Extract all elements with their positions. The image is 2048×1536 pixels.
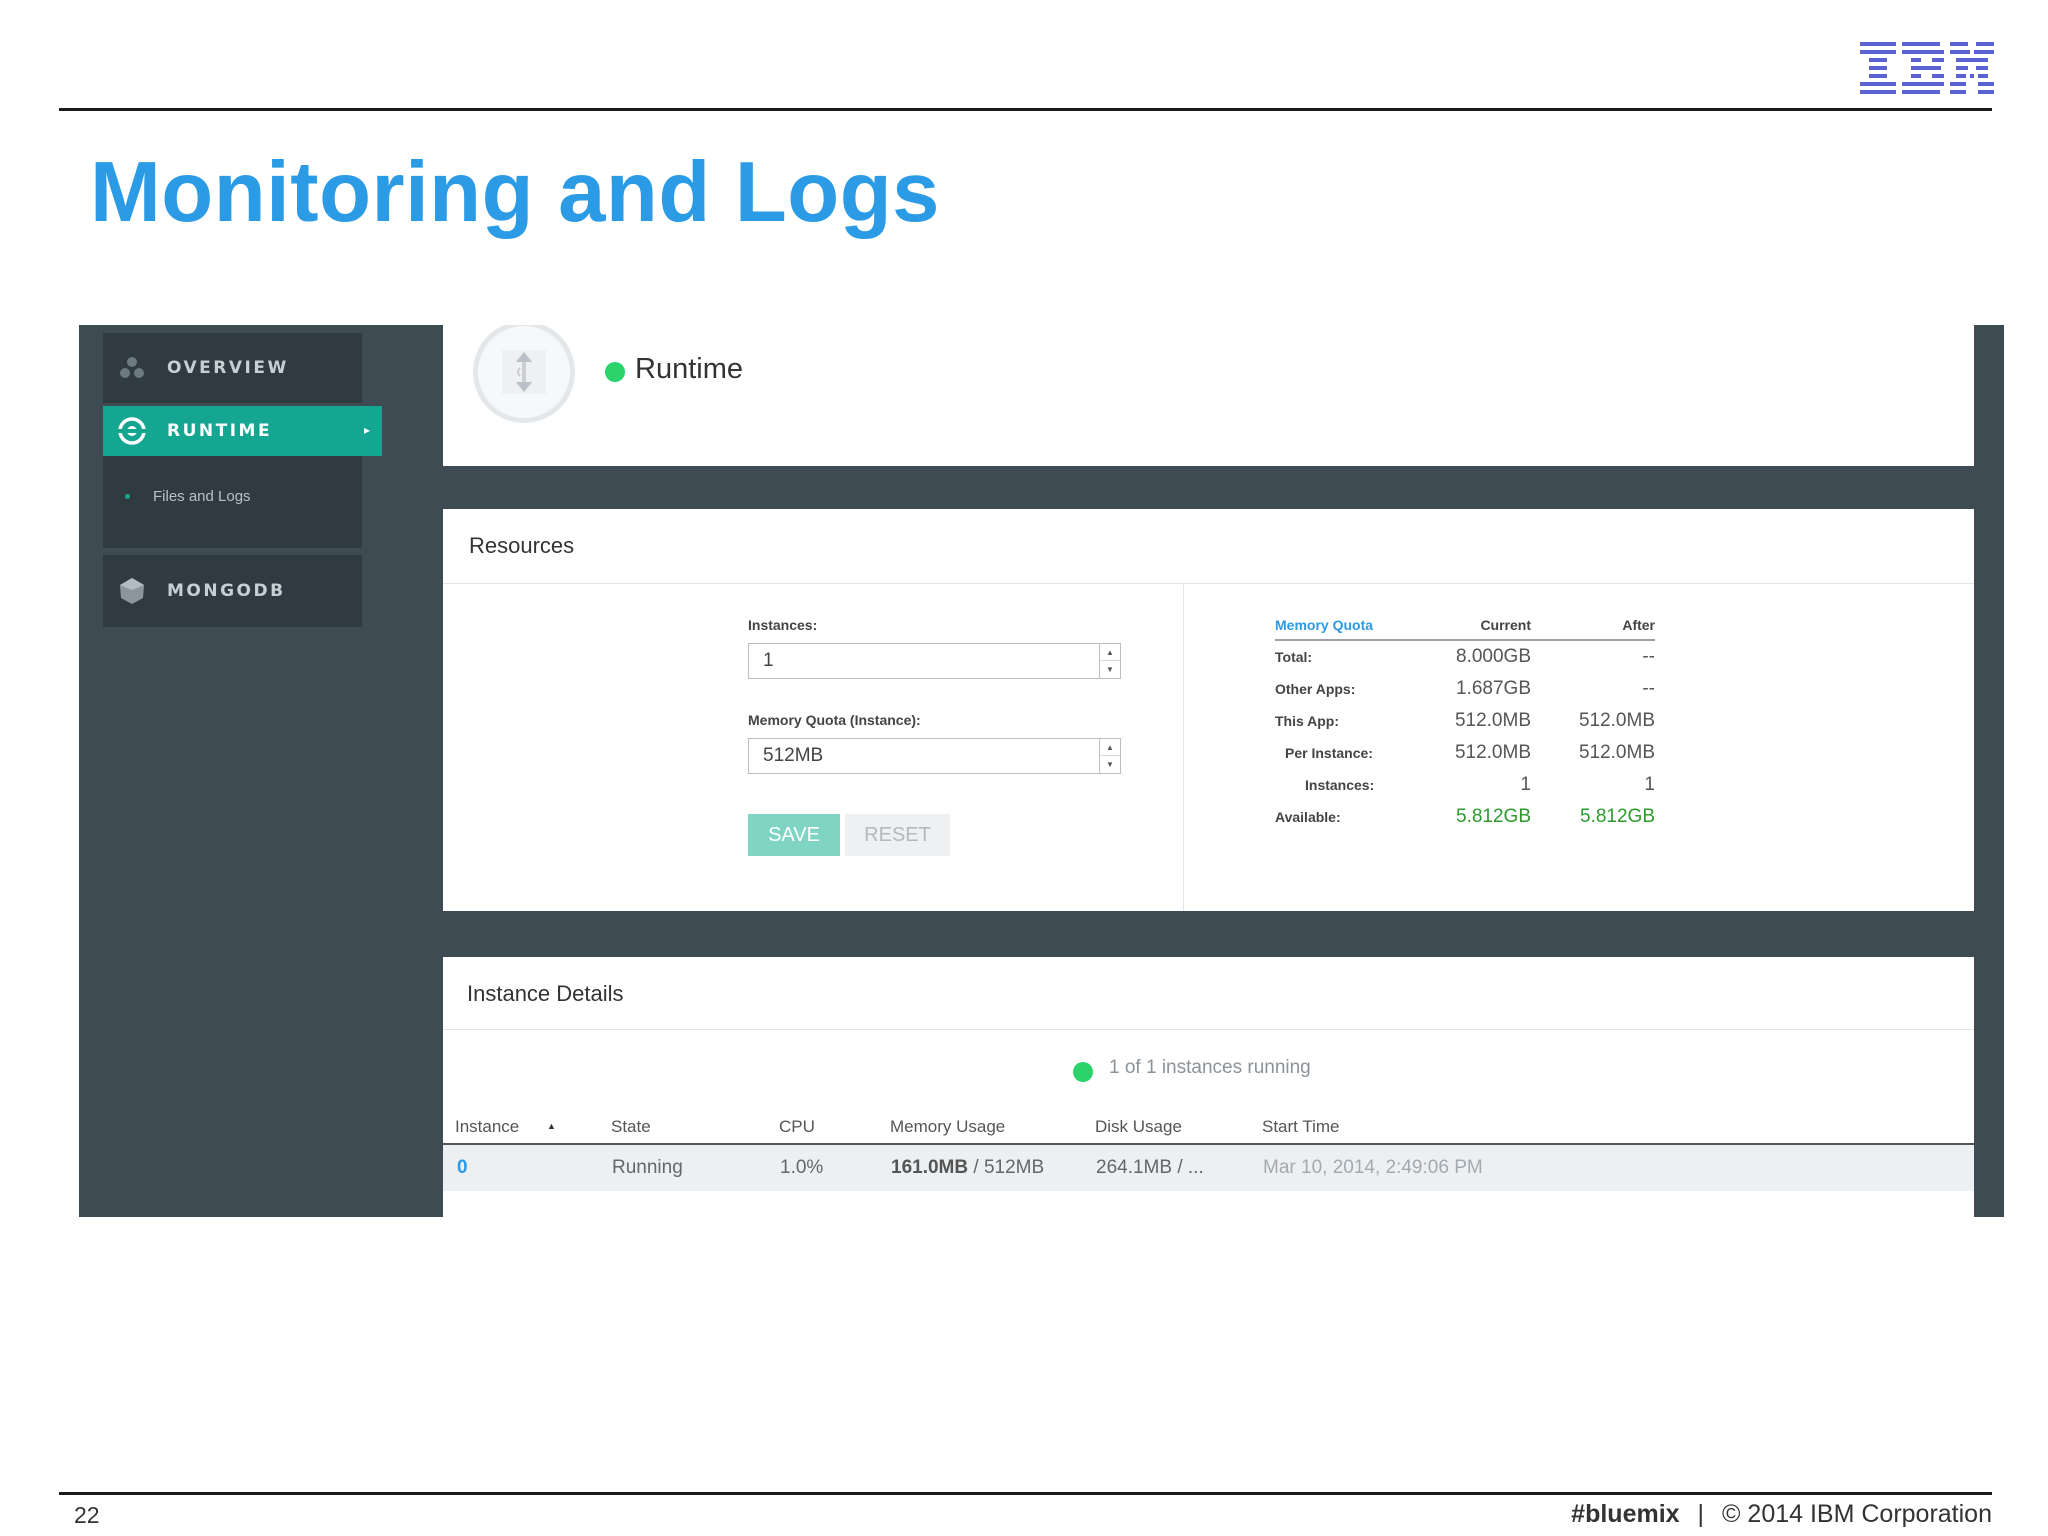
sidebar-item-label: Files and Logs: [153, 488, 251, 505]
memory-quota-label: Memory Quota (Instance):: [748, 712, 921, 728]
current-value: 512.0MB: [1454, 742, 1531, 763]
sidebar-item-label: RUNTIME: [167, 421, 273, 441]
column-header-memory-usage[interactable]: Memory Usage: [890, 1117, 1005, 1137]
column-header: Memory Quota: [1275, 615, 1415, 641]
instance-details-panel: Instance Details 1 of 1 instances runnin…: [443, 957, 1974, 1217]
current-value: 1.687GB: [1456, 678, 1531, 699]
instances-input[interactable]: [749, 644, 1099, 678]
row-key: Total:: [1275, 649, 1313, 665]
row-key: Instances:: [1305, 777, 1375, 793]
after-value: --: [1642, 678, 1655, 699]
column-header: After: [1531, 615, 1655, 641]
table-row: This App: 512.0MB 512.0MB: [1275, 705, 1655, 737]
column-header-state[interactable]: State: [611, 1117, 651, 1137]
instance-disk: 264.1MB / ...: [1096, 1157, 1204, 1178]
current-value: 1: [1520, 774, 1531, 795]
sidebar-item-overview[interactable]: OVERVIEW: [103, 333, 362, 403]
memory-quota-input[interactable]: [749, 739, 1099, 773]
table-row: Per Instance: 512.0MB 512.0MB: [1275, 737, 1655, 769]
instance-state: Running: [612, 1157, 683, 1178]
instance-cpu: 1.0%: [780, 1157, 824, 1178]
instance-id-link[interactable]: 0: [457, 1157, 468, 1179]
save-button[interactable]: SAVE: [748, 814, 840, 856]
divider: [1183, 584, 1184, 911]
memory-total: / 512MB: [968, 1157, 1045, 1178]
runtime-title: Runtime: [635, 353, 743, 385]
runtime-icon: [117, 416, 147, 446]
resources-panel: Resources Instances: ▲ ▼ Memory Quota (I…: [443, 509, 1974, 911]
page-number: 22: [74, 1502, 100, 1528]
spinner: ▲ ▼: [1099, 739, 1120, 773]
sidebar-item-runtime[interactable]: RUNTIME ▸: [103, 406, 382, 456]
ibm-logo: [1860, 42, 1994, 94]
overview-icon: [117, 353, 147, 383]
column-header-disk-usage[interactable]: Disk Usage: [1095, 1117, 1182, 1137]
table-row: Total: 8.000GB --: [1275, 640, 1655, 673]
instance-memory: 161.0MB / 512MB: [891, 1157, 1044, 1179]
sort-ascending-icon[interactable]: ▲: [547, 1121, 556, 1131]
current-value: 512.0MB: [1454, 710, 1531, 731]
current-value: 8.000GB: [1456, 646, 1531, 667]
sidebar-item-label: OVERVIEW: [167, 358, 289, 378]
increment-icon[interactable]: ▲: [1100, 739, 1120, 756]
bottom-rule: [59, 1492, 1992, 1495]
current-value: 5.812GB: [1456, 806, 1531, 827]
table-row: Other Apps: 1.687GB --: [1275, 673, 1655, 705]
footer-hashtag: #bluemix: [1571, 1500, 1680, 1528]
slide-title: Monitoring and Logs: [90, 145, 940, 240]
status-running-dot: [1073, 1062, 1093, 1082]
panel-header: Resources: [443, 509, 1974, 584]
bullet-icon: [125, 494, 130, 499]
table-row: Available: 5.812GB 5.812GB: [1275, 801, 1655, 833]
after-value: 5.812GB: [1580, 806, 1655, 827]
reset-button[interactable]: RESET: [845, 814, 950, 856]
resources-title: Resources: [469, 533, 575, 558]
instances-label: Instances:: [748, 617, 818, 633]
footer-copyright: © 2014 IBM Corporation: [1722, 1500, 1992, 1528]
after-value: 1: [1644, 774, 1655, 795]
sidebar-item-files-and-logs[interactable]: Files and Logs: [125, 488, 251, 505]
memory-quota-table: Memory Quota Current After Total: 8.000G…: [1275, 615, 1655, 833]
row-key: Available:: [1275, 809, 1341, 825]
instances-running-text: 1 of 1 instances running: [1109, 1057, 1311, 1078]
app-icon: [473, 325, 575, 423]
column-header-cpu[interactable]: CPU: [779, 1117, 815, 1137]
memory-quota-stepper[interactable]: ▲ ▼: [748, 738, 1121, 774]
runtime-panel: Runtime: [443, 325, 1974, 466]
instance-start-time: Mar 10, 2014, 2:49:06 PM: [1263, 1157, 1483, 1178]
status-running-dot: [605, 362, 625, 382]
table-row: Instances: 1 1: [1275, 769, 1655, 801]
row-key: Per Instance:: [1285, 745, 1373, 761]
bluemix-console: OVERVIEW RUNTIME ▸ Files and Logs MONGOD…: [79, 325, 2004, 1217]
chevron-right-icon: ▸: [363, 423, 370, 437]
memory-used: 161.0MB: [891, 1157, 969, 1178]
spinner: ▲ ▼: [1099, 644, 1120, 678]
top-rule: [59, 108, 1992, 111]
decrement-icon[interactable]: ▼: [1100, 756, 1120, 773]
column-header-start-time[interactable]: Start Time: [1262, 1117, 1339, 1137]
after-value: --: [1642, 646, 1655, 667]
table-row[interactable]: 0 Running 1.0% 161.0MB / 512MB 264.1MB /…: [443, 1145, 1974, 1191]
runtime-subnav: Files and Logs: [103, 456, 362, 548]
column-header: Current: [1415, 615, 1531, 641]
footer: #bluemix | © 2014 IBM Corporation: [1571, 1500, 1992, 1529]
row-key: This App:: [1275, 713, 1340, 729]
column-header-instance[interactable]: Instance: [455, 1117, 519, 1137]
increment-icon[interactable]: ▲: [1100, 644, 1120, 661]
panel-header: Instance Details: [443, 957, 1974, 1030]
instances-stepper[interactable]: ▲ ▼: [748, 643, 1121, 679]
after-value: 512.0MB: [1578, 742, 1655, 763]
instance-details-title: Instance Details: [467, 981, 624, 1006]
sidebar-item-label: MONGODB: [167, 581, 286, 601]
row-key: Other Apps:: [1275, 681, 1356, 697]
after-value: 512.0MB: [1578, 710, 1655, 731]
decrement-icon[interactable]: ▼: [1100, 661, 1120, 678]
table-header-row: Memory Quota Current After: [1275, 615, 1655, 641]
sidebar-item-mongodb[interactable]: MONGODB: [103, 555, 362, 627]
mongodb-icon: [117, 576, 147, 606]
footer-separator: |: [1697, 1500, 1705, 1528]
